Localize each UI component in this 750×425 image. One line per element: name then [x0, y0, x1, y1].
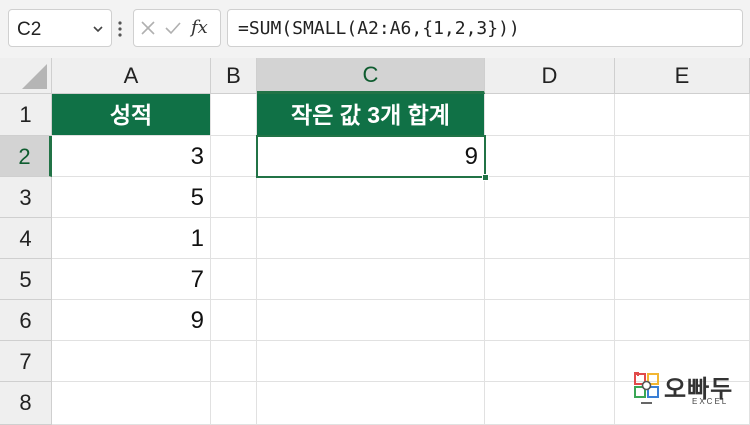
- fx-icon[interactable]: fx: [191, 17, 208, 38]
- row-header-4[interactable]: 4: [0, 218, 52, 259]
- column-header-e[interactable]: E: [615, 58, 750, 94]
- cell-d5[interactable]: [485, 259, 615, 300]
- cell-b7[interactable]: [211, 341, 257, 382]
- column-header-b[interactable]: B: [211, 58, 257, 94]
- cell-e3[interactable]: [615, 177, 750, 218]
- fill-handle[interactable]: [482, 174, 489, 181]
- more-options-icon[interactable]: [116, 17, 124, 41]
- cell-b8[interactable]: [211, 382, 257, 425]
- cell-e2[interactable]: [615, 136, 750, 177]
- cell-d1[interactable]: [485, 94, 615, 136]
- cell-b1[interactable]: [211, 94, 257, 136]
- column-header-a[interactable]: A: [52, 58, 211, 94]
- cell-c4[interactable]: [257, 218, 485, 259]
- row-header-3[interactable]: 3: [0, 177, 52, 218]
- name-box-value: C2: [17, 19, 42, 40]
- cell-c6[interactable]: [257, 300, 485, 341]
- cell-d7[interactable]: [485, 341, 615, 382]
- row-header-2[interactable]: 2: [0, 136, 52, 177]
- cell-b4[interactable]: [211, 218, 257, 259]
- cell-d6[interactable]: [485, 300, 615, 341]
- cell-e4[interactable]: [615, 218, 750, 259]
- cell-b5[interactable]: [211, 259, 257, 300]
- cell-c3[interactable]: [257, 177, 485, 218]
- cell-c7[interactable]: [257, 341, 485, 382]
- cell-a8[interactable]: [52, 382, 211, 425]
- cell-a6[interactable]: 9: [52, 300, 211, 341]
- oppadu-logo: 오빠두 EXCEL: [634, 369, 744, 413]
- formula-text: =SUM(SMALL(A2:A6,{1,2,3})): [238, 18, 520, 39]
- row-header-5[interactable]: 5: [0, 259, 52, 300]
- active-cell-border: [256, 135, 486, 178]
- check-icon[interactable]: [164, 20, 182, 36]
- column-header-c[interactable]: C: [257, 58, 485, 94]
- row-header-7[interactable]: 7: [0, 341, 52, 382]
- cell-b6[interactable]: [211, 300, 257, 341]
- cell-d3[interactable]: [485, 177, 615, 218]
- row-header-1[interactable]: 1: [0, 94, 52, 136]
- cell-e1[interactable]: [615, 94, 750, 136]
- formula-input[interactable]: =SUM(SMALL(A2:A6,{1,2,3})): [227, 9, 743, 47]
- chevron-down-icon[interactable]: [91, 22, 105, 36]
- cell-b2[interactable]: [211, 136, 257, 177]
- cell-d8[interactable]: [485, 382, 615, 425]
- row-header-8[interactable]: 8: [0, 382, 52, 425]
- formula-buttons: fx: [133, 9, 221, 47]
- cell-a4[interactable]: 1: [52, 218, 211, 259]
- cell-d2[interactable]: [485, 136, 615, 177]
- logo-mark-icon: [634, 372, 659, 404]
- cell-a2[interactable]: 3: [52, 136, 211, 177]
- x-icon[interactable]: [140, 20, 156, 36]
- cell-a7[interactable]: [52, 341, 211, 382]
- cell-e5[interactable]: [615, 259, 750, 300]
- formula-bar: C2 fx =SUM(SMALL(A2:A6,{1,2,3})): [0, 0, 750, 58]
- cell-c5[interactable]: [257, 259, 485, 300]
- cell-e6[interactable]: [615, 300, 750, 341]
- row-header-6[interactable]: 6: [0, 300, 52, 341]
- cell-a1[interactable]: 성적: [52, 94, 211, 136]
- column-header-d[interactable]: D: [485, 58, 615, 94]
- select-all-corner[interactable]: [0, 58, 52, 94]
- name-box[interactable]: C2: [8, 9, 112, 47]
- logo-subtext: EXCEL: [692, 397, 729, 406]
- cell-c1[interactable]: 작은 값 3개 합계: [257, 94, 485, 136]
- cell-d4[interactable]: [485, 218, 615, 259]
- cell-b3[interactable]: [211, 177, 257, 218]
- cell-a3[interactable]: 5: [52, 177, 211, 218]
- select-all-triangle-icon: [22, 64, 47, 89]
- cell-a5[interactable]: 7: [52, 259, 211, 300]
- cell-c8[interactable]: [257, 382, 485, 425]
